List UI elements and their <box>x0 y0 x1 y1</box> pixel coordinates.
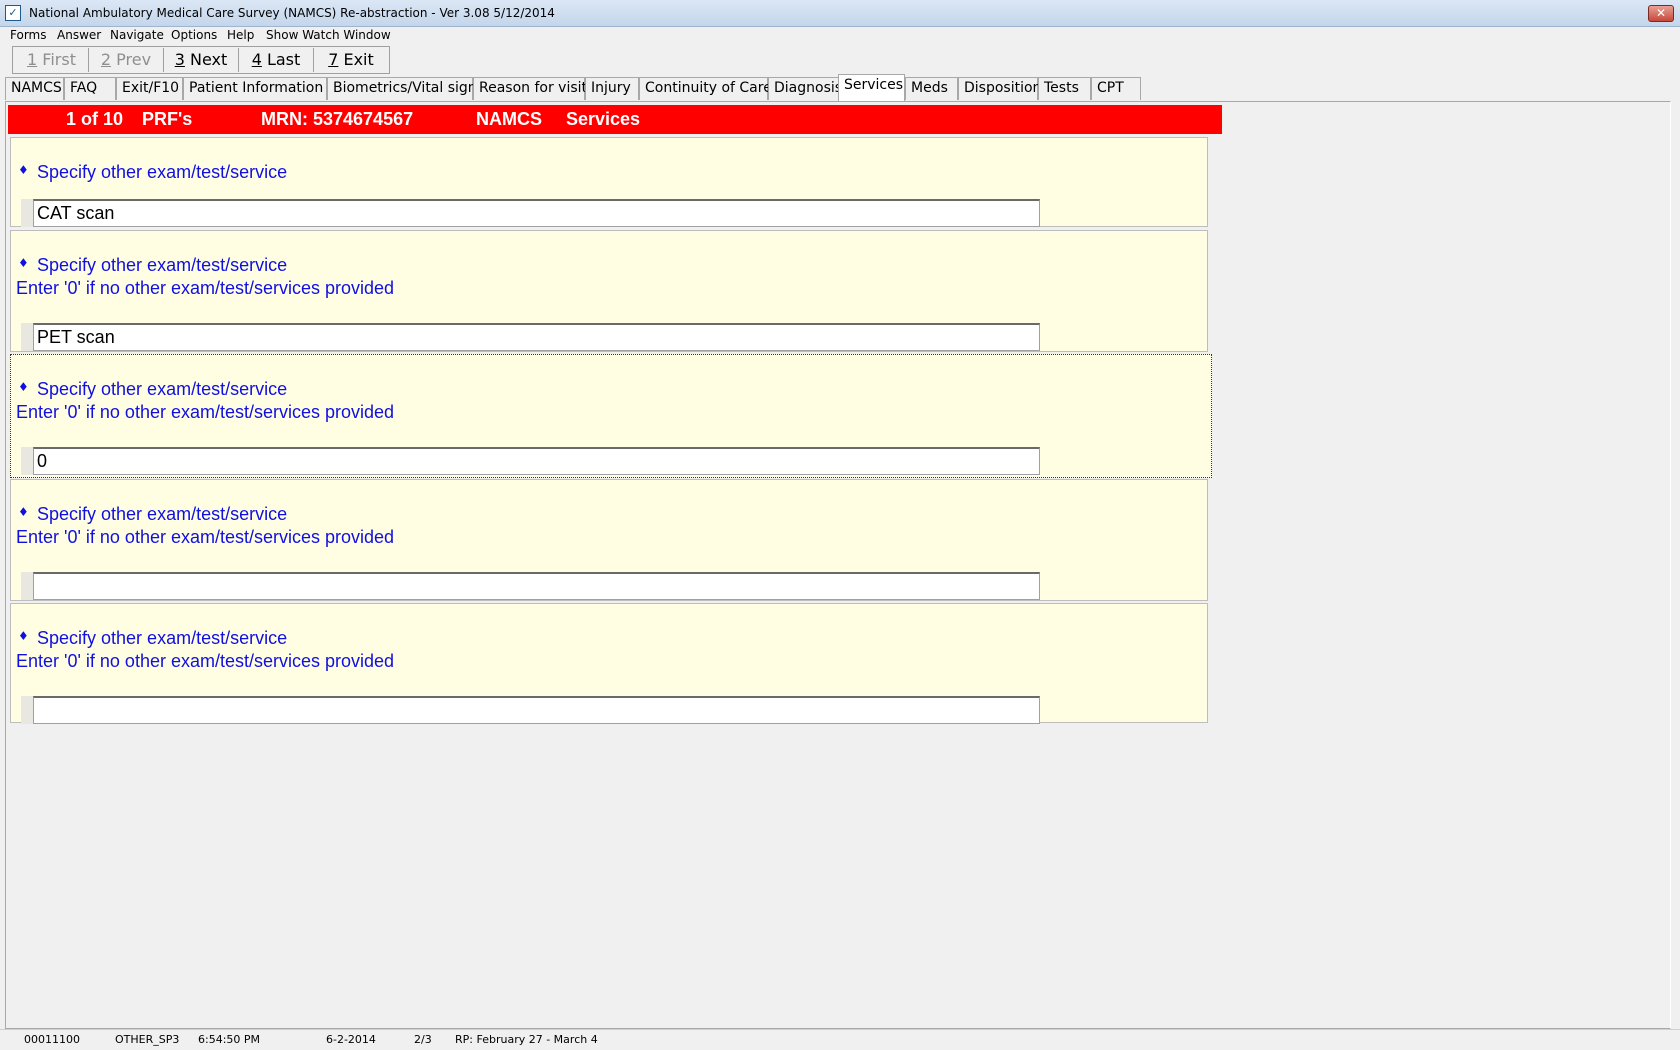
diamond-bullet-icon: ♦ <box>18 163 29 177</box>
status-date: 6-2-2014 <box>326 1033 376 1046</box>
question-panel-3: ♦ Specify other exam/test/service Enter … <box>10 354 1212 478</box>
tab-reason-for-visit[interactable]: Reason for visit <box>473 77 587 100</box>
question-panel-1: ♦ Specify other exam/test/service CAT sc… <box>10 137 1208 227</box>
tab-tests[interactable]: Tests <box>1038 77 1091 100</box>
question-prompt: Specify other exam/test/service <box>37 162 288 182</box>
status-field-name: OTHER_SP3 <box>115 1033 180 1046</box>
exit-button[interactable]: 7 Exit <box>314 48 388 72</box>
title-bar: ✓ National Ambulatory Medical Care Surve… <box>0 0 1680 27</box>
menu-answer[interactable]: Answer <box>57 28 101 42</box>
tab-meds[interactable]: Meds <box>905 77 958 100</box>
tab-disposition[interactable]: Disposition <box>958 77 1041 100</box>
window-title: National Ambulatory Medical Care Survey … <box>29 6 555 20</box>
status-page: 2/3 <box>414 1033 432 1046</box>
tab-faq[interactable]: FAQ <box>64 77 116 100</box>
last-button[interactable]: 4 Last <box>239 48 314 72</box>
close-button[interactable]: ✕ <box>1648 5 1674 22</box>
record-header-banner: 1 of 10 PRF's MRN: 5374674567 NAMCS Serv… <box>8 105 1222 134</box>
tab-patient-information[interactable]: Patient Information <box>183 77 327 100</box>
input-gutter <box>21 199 33 227</box>
menu-show-watch-window[interactable]: Show Watch Window <box>266 28 391 42</box>
menu-bar: Forms Answer Navigate Options Help Show … <box>0 27 1680 45</box>
answer-input-4[interactable] <box>33 572 1040 600</box>
input-gutter <box>21 696 33 724</box>
menu-options[interactable]: Options <box>171 28 217 42</box>
mrn-label: MRN: 5374674567 <box>261 109 414 129</box>
status-code: 00011100 <box>24 1033 80 1046</box>
question-panel-5: ♦ Specify other exam/test/service Enter … <box>10 603 1208 724</box>
input-gutter <box>21 447 33 475</box>
answer-input-3[interactable]: 0 <box>33 447 1040 475</box>
diamond-bullet-icon: ♦ <box>18 380 29 394</box>
first-button[interactable]: 1 First <box>15 48 89 72</box>
answer-input-1[interactable]: CAT scan <box>33 199 1040 227</box>
menu-help[interactable]: Help <box>227 28 254 42</box>
diamond-bullet-icon: ♦ <box>18 629 29 643</box>
question-hint: Enter '0' if no other exam/test/services… <box>16 402 395 422</box>
next-button[interactable]: 3 Next <box>164 48 239 72</box>
question-panel-4: ♦ Specify other exam/test/service Enter … <box>10 479 1208 601</box>
form-name: PRF's <box>142 109 193 129</box>
diamond-bullet-icon: ♦ <box>18 505 29 519</box>
question-prompt: Specify other exam/test/service <box>37 379 288 399</box>
tab-services[interactable]: Services <box>838 74 905 101</box>
record-counter: 1 of 10 <box>66 109 124 129</box>
tab-continuity-of-care[interactable]: Continuity of Care <box>639 77 772 100</box>
prev-button[interactable]: 2 Prev <box>89 48 164 72</box>
status-reporting-period: RP: February 27 - March 4 <box>455 1033 598 1046</box>
question-prompt: Specify other exam/test/service <box>37 628 288 648</box>
section-tabs: NAMCS FAQ Exit/F10 Patient Information B… <box>5 74 1675 101</box>
question-hint: Enter '0' if no other exam/test/services… <box>16 278 395 298</box>
question-prompt: Specify other exam/test/service <box>37 255 288 275</box>
tab-diagnosis[interactable]: Diagnosis <box>768 77 842 100</box>
question-hint: Enter '0' if no other exam/test/services… <box>16 651 395 671</box>
question-panel-2: ♦ Specify other exam/test/service Enter … <box>10 230 1208 352</box>
tab-cpt[interactable]: CPT <box>1091 77 1141 100</box>
section-name: Services <box>566 109 641 129</box>
input-gutter <box>21 323 33 351</box>
status-bar: 00011100 OTHER_SP3 6:54:50 PM 6-2-2014 2… <box>0 1029 1680 1050</box>
diamond-bullet-icon: ♦ <box>18 256 29 270</box>
tab-biometrics-vital-signs[interactable]: Biometrics/Vital signs <box>327 77 484 100</box>
survey-name: NAMCS <box>476 109 542 129</box>
question-hint: Enter '0' if no other exam/test/services… <box>16 527 395 547</box>
question-prompt: Specify other exam/test/service <box>37 504 288 524</box>
input-gutter <box>21 572 33 600</box>
answer-input-5[interactable] <box>33 696 1040 724</box>
tab-injury[interactable]: Injury <box>585 77 639 100</box>
record-navigation-bar: 1 First 2 Prev 3 Next 4 Last 7 Exit <box>12 46 390 74</box>
tab-exit-f10[interactable]: Exit/F10 <box>116 77 183 100</box>
answer-input-2[interactable]: PET scan <box>33 323 1040 351</box>
tab-namcs[interactable]: NAMCS <box>5 77 64 100</box>
status-time: 6:54:50 PM <box>198 1033 261 1046</box>
menu-forms[interactable]: Forms <box>10 28 46 42</box>
menu-navigate[interactable]: Navigate <box>110 28 164 42</box>
app-icon: ✓ <box>5 5 21 21</box>
